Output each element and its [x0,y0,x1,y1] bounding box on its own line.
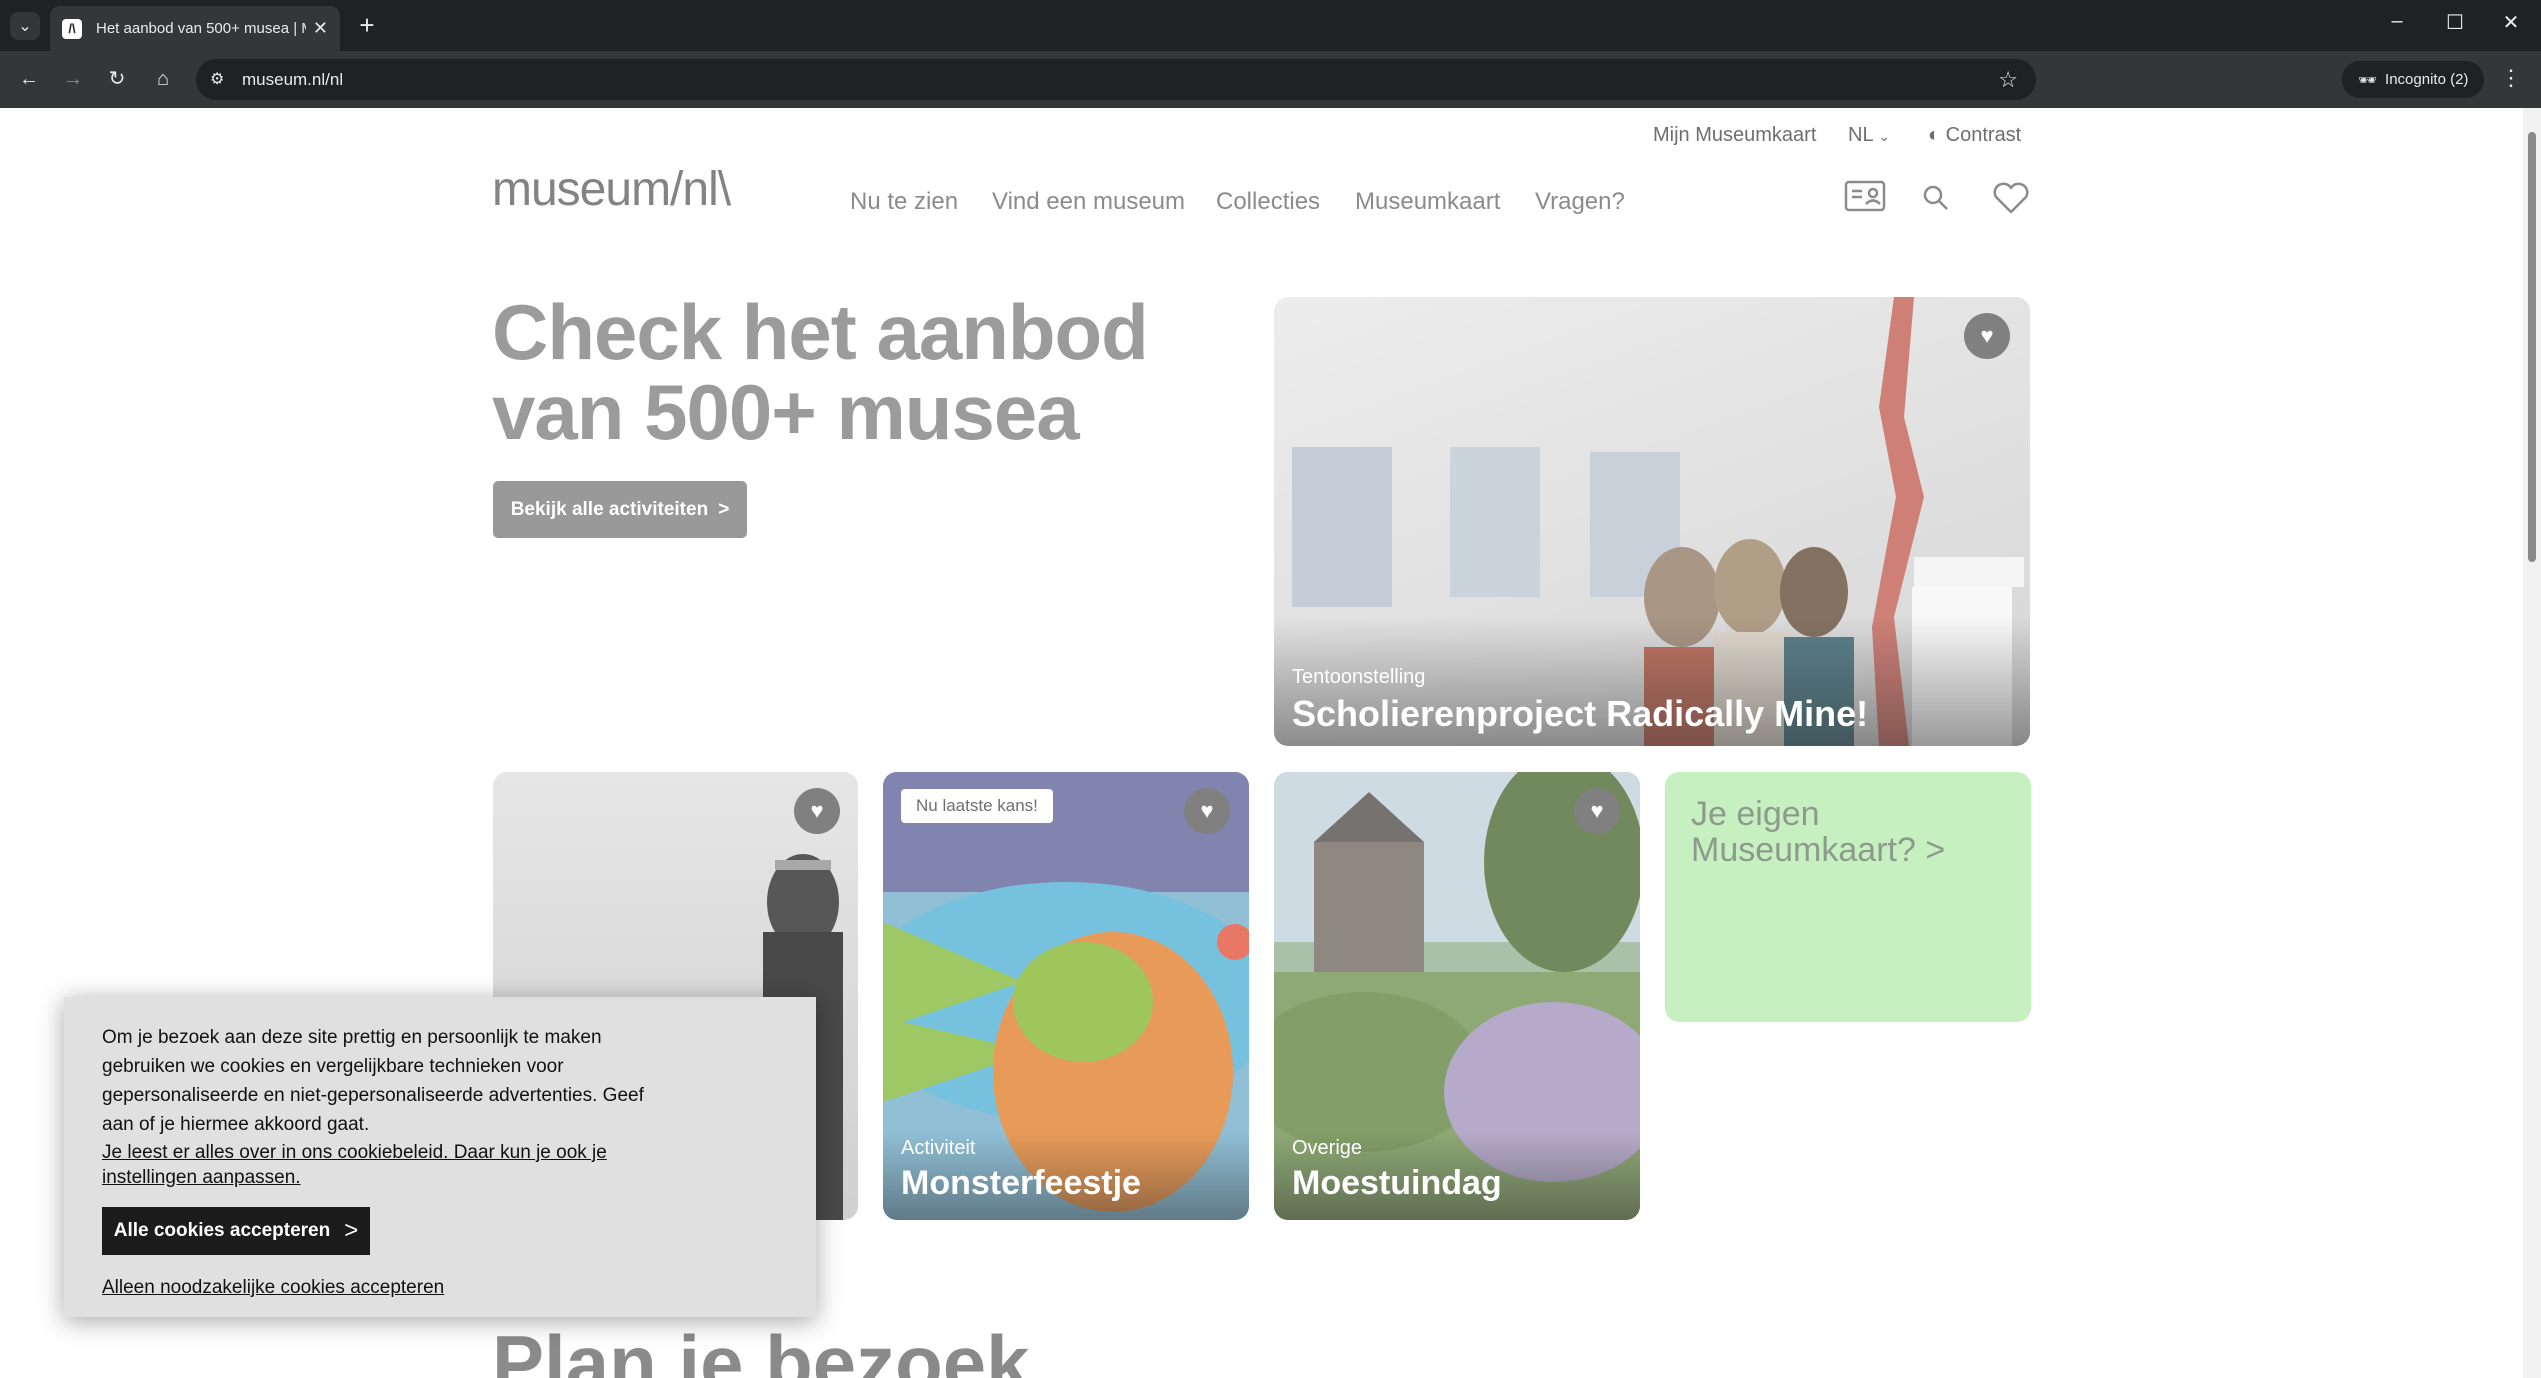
nav-vind-een-museum[interactable]: Vind een museum [992,188,1185,216]
scrollbar-thumb[interactable] [2528,132,2536,562]
address-bar[interactable]: ⚙ museum.nl/nl ☆ [196,59,2036,100]
cookie-policy-link[interactable]: Je leest er alles over in ons cookiebele… [102,1140,662,1190]
tab-close-icon[interactable]: ✕ [313,18,328,39]
favorite-heart-icon[interactable]: ♥ [1184,788,1230,834]
home-icon[interactable]: ⌂ [148,64,178,94]
incognito-button[interactable]: 🕶 Incognito (2) [2342,61,2485,98]
nav-museumkaart[interactable]: Museumkaart [1355,188,1500,216]
view-all-activities-button[interactable]: Bekijk alle activiteiten > [493,481,747,538]
language-label: NL [1848,124,1873,146]
favicon-icon: /\ [62,18,82,39]
page-scrollbar[interactable] [2523,108,2541,1378]
card-type-label: Tentoonstelling [1292,666,1426,688]
section-heading: Plan je bezoek [492,1319,1030,1378]
site-logo[interactable]: museum/nl\ [492,162,731,217]
reload-icon[interactable]: ↻ [102,64,132,94]
nav-vragen[interactable]: Vragen? [1535,188,1625,216]
card-type-label: Activiteit [901,1137,976,1159]
forward-icon[interactable]: → [58,64,88,94]
promo-title: Je eigen Museumkaart? > [1691,796,1945,868]
card-title: Monsterfeestje [901,1164,1141,1202]
activity-card-monsterfeestje[interactable]: Nu laatste kans! ♥ Activiteit Monsterfee… [883,772,1249,1220]
featured-card[interactable]: ♥ Tentoonstelling Scholierenproject Radi… [1274,297,2030,746]
tab-search-icon[interactable]: ⌄ [10,12,40,40]
museumkaart-card-icon[interactable] [1844,180,1886,217]
close-window-icon[interactable]: ✕ [2496,10,2526,35]
contrast-icon: ◐ [1928,124,1941,146]
card-title: Scholierenproject Radically Mine! [1292,693,1869,734]
hero-title-line1: Check het aanbod [492,288,1149,376]
chevron-down-icon: ⌄ [1878,128,1891,144]
necessary-cookies-link[interactable]: Alleen noodzakelijke cookies accepteren [102,1277,444,1299]
promo-title-line1: Je eigen [1691,795,1820,833]
mijn-museumkaart-link[interactable]: Mijn Museumkaart [1653,124,1816,147]
museumkaart-promo-card[interactable]: Je eigen Museumkaart? > [1665,772,2031,1022]
hero-title-line2: van 500+ musea [492,368,1080,456]
chevron-right-icon: > [344,1217,359,1244]
browser-toolbar: ← → ↻ ⌂ ⚙ museum.nl/nl ☆ 🕶 Incognito (2)… [0,51,2541,108]
accept-all-cookies-button[interactable]: Alle cookies accepteren > [102,1207,370,1255]
back-icon[interactable]: ← [14,64,44,94]
contrast-label: Contrast [1945,124,2022,146]
cookie-banner: Om je bezoek aan deze site prettig en pe… [64,997,816,1317]
browser-tab[interactable]: /\ Het aanbod van 500+ musea | M ✕ [50,6,340,51]
incognito-icon: 🕶 [2358,71,2378,89]
bookmark-star-icon[interactable]: ☆ [1998,67,2018,93]
url-text[interactable]: museum.nl/nl [242,70,343,90]
favorite-heart-icon[interactable]: ♥ [1574,788,1620,834]
favorite-heart-icon[interactable]: ♥ [794,788,840,834]
favorites-heart-icon[interactable] [1992,182,2030,219]
last-chance-badge: Nu laatste kans! [901,789,1053,823]
contrast-toggle[interactable]: ◐ Contrast [1928,124,2021,147]
hero-title: Check het aanbod van 500+ musea [492,288,1149,456]
view-all-activities-label: Bekijk alle activiteiten [510,498,709,520]
maximize-icon[interactable]: ☐ [2440,10,2470,35]
incognito-label: Incognito (2) [2385,71,2469,88]
chevron-right-icon: > [718,498,730,520]
card-title: Moestuindag [1292,1164,1502,1202]
browser-tabbar: ⌄ /\ Het aanbod van 500+ musea | M ✕ + –… [0,0,2541,51]
cookie-text: Om je bezoek aan deze site prettig en pe… [102,1027,644,1135]
page-viewport: Mijn Museumkaart NL ⌄ ◐ Contrast museum/… [2,108,2523,1378]
favorite-heart-icon[interactable]: ♥ [1964,313,2010,359]
language-selector[interactable]: NL ⌄ [1848,124,1890,147]
browser-menu-icon[interactable]: ⋮ [2500,65,2522,91]
nav-nu-te-zien[interactable]: Nu te zien [850,188,958,216]
site-info-icon[interactable]: ⚙ [210,69,224,89]
nav-collecties[interactable]: Collecties [1216,188,1320,216]
new-tab-icon[interactable]: + [352,10,382,41]
minimize-icon[interactable]: – [2382,10,2412,33]
promo-title-line2: Museumkaart? > [1691,831,1946,869]
accept-all-label: Alle cookies accepteren [113,1220,331,1241]
activity-card-moestuindag[interactable]: ♥ Overige Moestuindag [1274,772,1640,1220]
card-type-label: Overige [1292,1137,1363,1159]
tab-title: Het aanbod van 500+ musea | M [96,20,306,37]
search-icon[interactable] [1922,184,1950,217]
